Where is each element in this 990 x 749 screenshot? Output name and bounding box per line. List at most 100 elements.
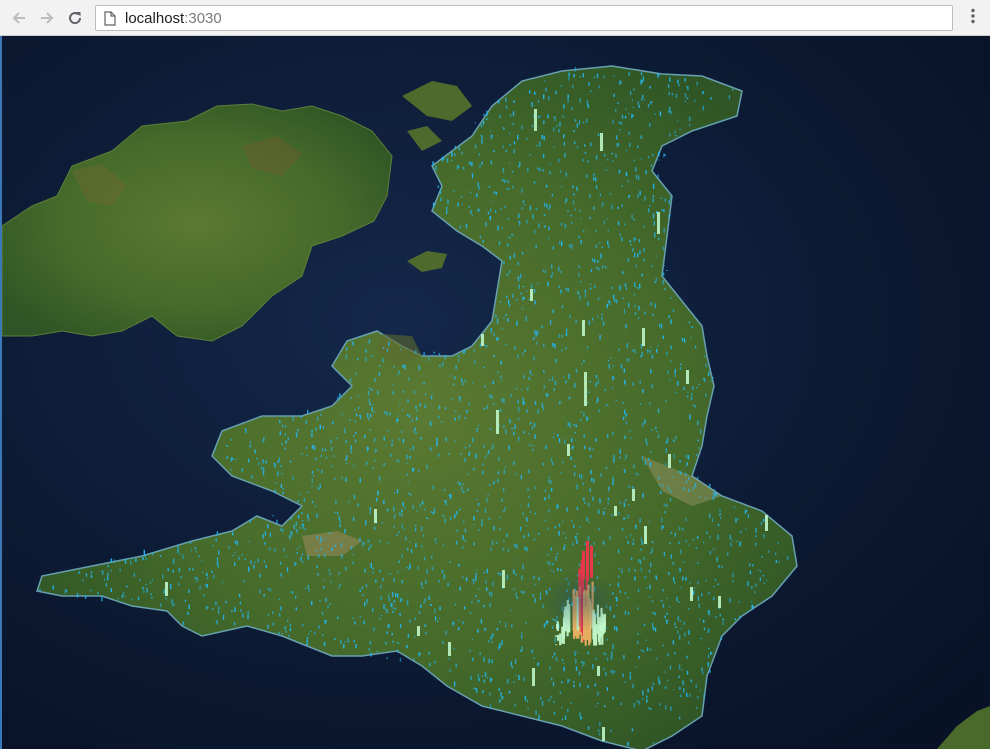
density-mark	[593, 478, 595, 483]
density-mark	[632, 382, 634, 386]
density-mark	[574, 536, 576, 539]
density-mark	[472, 437, 474, 443]
density-mark	[479, 343, 482, 348]
density-mark	[691, 326, 693, 328]
density-mark	[499, 621, 501, 624]
density-mark	[654, 612, 656, 616]
density-mark	[347, 638, 349, 643]
density-mark	[529, 422, 532, 425]
density-mark	[623, 368, 625, 373]
density-mark	[462, 535, 464, 540]
density-mark	[284, 447, 286, 450]
density-mark	[497, 478, 499, 483]
density-mark	[642, 698, 644, 700]
density-mark	[433, 507, 436, 513]
density-mark	[561, 658, 564, 661]
density-mark	[598, 561, 600, 564]
density-mark	[532, 594, 535, 597]
density-mark	[673, 689, 675, 691]
density-mark	[638, 239, 641, 243]
density-mark	[379, 364, 381, 367]
density-mark	[382, 578, 384, 581]
density-mark	[357, 503, 359, 507]
density-mark	[625, 149, 628, 152]
density-mark	[489, 216, 491, 221]
density-mark	[501, 398, 503, 402]
density-mark	[502, 488, 505, 492]
density-mark	[579, 210, 581, 212]
density-mark	[350, 397, 352, 399]
density-mark	[283, 547, 285, 552]
density-mark	[592, 664, 594, 669]
density-mark	[401, 509, 403, 513]
density-mark	[552, 436, 555, 439]
density-mark	[249, 444, 251, 448]
density-mark	[467, 488, 469, 492]
density-mark	[656, 348, 658, 353]
map-canvas[interactable]	[2, 36, 990, 749]
density-mark	[699, 428, 702, 434]
density-mark	[575, 658, 577, 664]
density-mark	[609, 357, 612, 359]
density-mark	[514, 543, 516, 548]
density-mark	[507, 243, 509, 247]
density-mark	[572, 542, 574, 546]
density-mark	[110, 558, 113, 563]
density-mark	[368, 648, 370, 651]
density-mark	[369, 507, 371, 511]
density-mark	[573, 684, 575, 688]
density-mark	[483, 657, 485, 662]
density-mark	[341, 554, 343, 559]
density-mark	[279, 431, 281, 435]
density-mark	[578, 235, 580, 239]
density-mark	[476, 193, 478, 198]
density-mark	[399, 657, 402, 662]
back-button[interactable]	[8, 7, 30, 29]
reload-button[interactable]	[64, 7, 86, 29]
density-mark	[423, 557, 426, 561]
density-mark	[370, 563, 372, 568]
density-mark	[505, 150, 507, 152]
density-mark	[461, 203, 463, 205]
density-mark	[654, 303, 656, 309]
density-mark	[439, 364, 441, 367]
density-mark	[314, 505, 317, 508]
density-mark	[591, 477, 593, 482]
density-mark	[542, 407, 545, 411]
density-mark	[495, 314, 497, 318]
density-mark	[507, 236, 509, 238]
density-mark	[299, 526, 301, 529]
density-mark	[509, 114, 512, 117]
density-mark	[652, 198, 654, 203]
density-mark	[615, 153, 617, 158]
density-mark	[604, 705, 606, 707]
density-mark	[606, 218, 609, 220]
density-mark	[472, 382, 474, 384]
density-mark	[703, 694, 705, 698]
density-mark	[662, 588, 664, 592]
density-mark	[311, 485, 313, 488]
density-mark	[595, 375, 598, 378]
density-mark	[398, 370, 400, 374]
density-mark	[457, 202, 459, 207]
forward-button[interactable]	[36, 7, 58, 29]
density-mark	[379, 569, 381, 573]
density-mark	[598, 498, 600, 501]
density-mark	[445, 630, 447, 636]
menu-button[interactable]	[962, 7, 984, 29]
density-mark	[623, 308, 626, 314]
address-bar[interactable]: localhost:3030	[95, 5, 953, 31]
density-mark	[292, 476, 294, 481]
density-mark	[325, 597, 327, 602]
peak-bar	[567, 444, 570, 456]
map-viewport[interactable]	[2, 36, 990, 749]
density-mark	[616, 299, 618, 304]
density-mark	[612, 480, 614, 486]
density-mark	[350, 445, 352, 449]
density-mark	[274, 463, 276, 468]
density-mark	[420, 582, 423, 586]
density-mark	[423, 382, 425, 385]
density-mark	[649, 402, 651, 405]
density-mark	[143, 549, 145, 555]
density-mark	[352, 561, 354, 565]
